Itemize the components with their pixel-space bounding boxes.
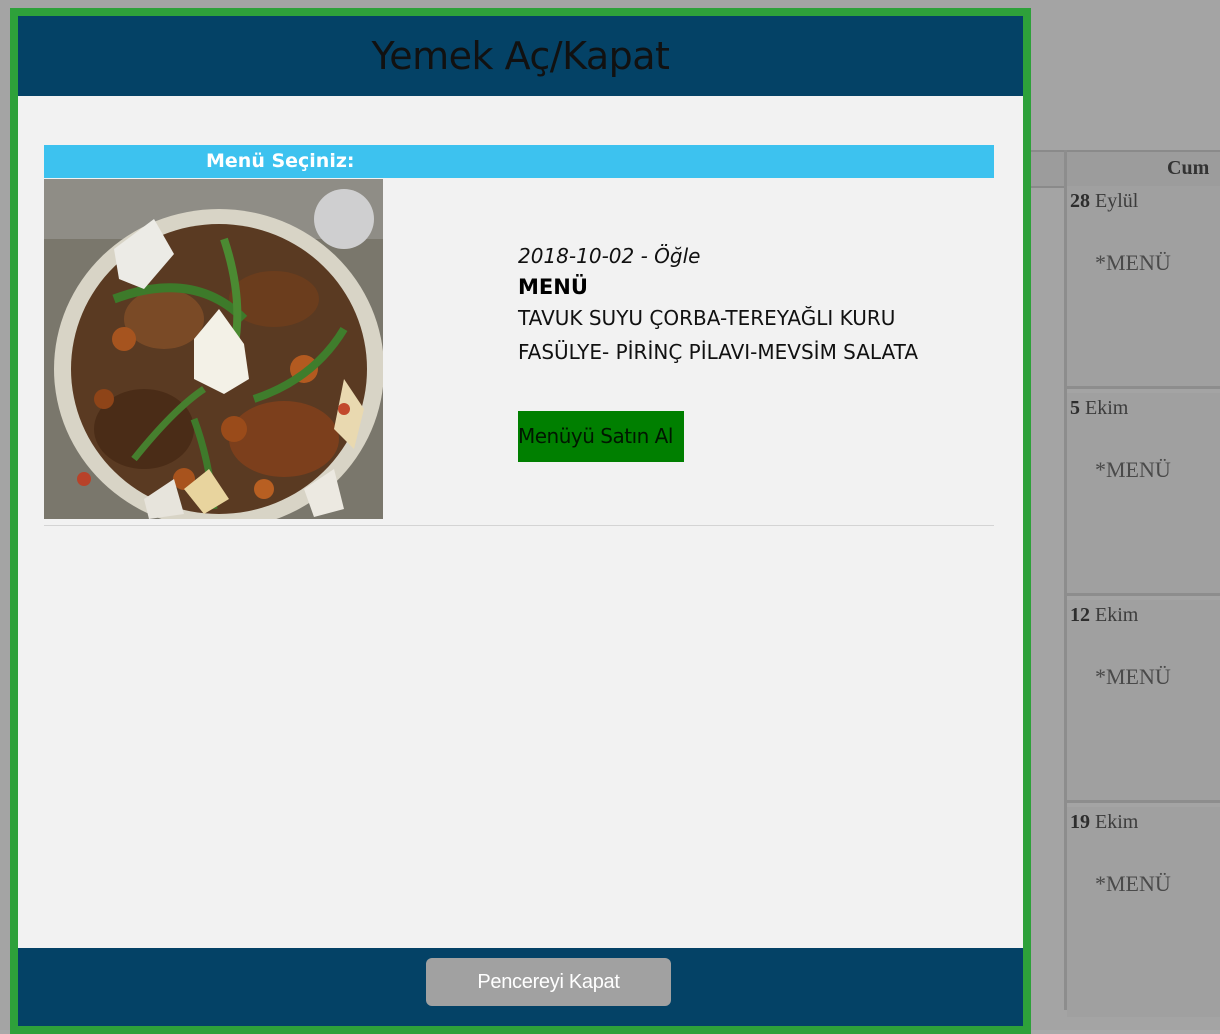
calendar-day-cell[interactable]: 19 Ekim *MENÜ [1067,807,1220,1017]
meal-items: TAVUK SUYU ÇORBA-TEREYAĞLI KURU FASÜLYE-… [518,306,918,364]
calendar-day-date: 5 Ekim [1070,397,1129,419]
meal-info: 2018-10-02 - Öğle MENÜ TAVUK SUYU ÇORBA-… [518,244,988,369]
close-window-button[interactable]: Pencereyi Kapat [426,958,671,1006]
modal-footer: Pencereyi Kapat [18,948,1023,1026]
calendar-day-menu[interactable]: *MENÜ [1095,871,1171,897]
menu-select-bar: Menü Seçiniz: [44,145,994,178]
divider [44,525,994,526]
modal-header: Yemek Aç/Kapat [18,16,1023,96]
meal-title: MENÜ [518,275,588,299]
meal-date: 2018-10-02 - Öğle [518,244,701,268]
calendar-day-menu[interactable]: *MENÜ [1095,250,1171,276]
calendar-day-cell[interactable]: 12 Ekim *MENÜ [1067,600,1220,803]
calendar-header-friday: Cum [1030,150,1220,188]
meal-photo [44,179,383,519]
buy-menu-button[interactable]: Menüyü Satın Al [518,411,684,462]
calendar-day-date: 19 Ekim [1070,811,1139,833]
meal-toggle-modal: Yemek Aç/Kapat Menü Seçiniz: 2018-10-02 … [10,8,1031,1034]
calendar-header-label: Cum [1167,157,1210,179]
calendar-day-menu[interactable]: *MENÜ [1095,664,1171,690]
calendar-day-date: 28 Eylül [1070,190,1139,212]
calendar-day-cell[interactable]: 28 Eylül *MENÜ [1067,186,1220,389]
modal-title: Yemek Aç/Kapat [371,34,670,78]
calendar-day-cell[interactable]: 5 Ekim *MENÜ [1067,393,1220,596]
calendar-day-menu[interactable]: *MENÜ [1095,457,1171,483]
calendar-day-date: 12 Ekim [1070,604,1139,626]
menu-select-label: Menü Seçiniz: [206,150,355,172]
